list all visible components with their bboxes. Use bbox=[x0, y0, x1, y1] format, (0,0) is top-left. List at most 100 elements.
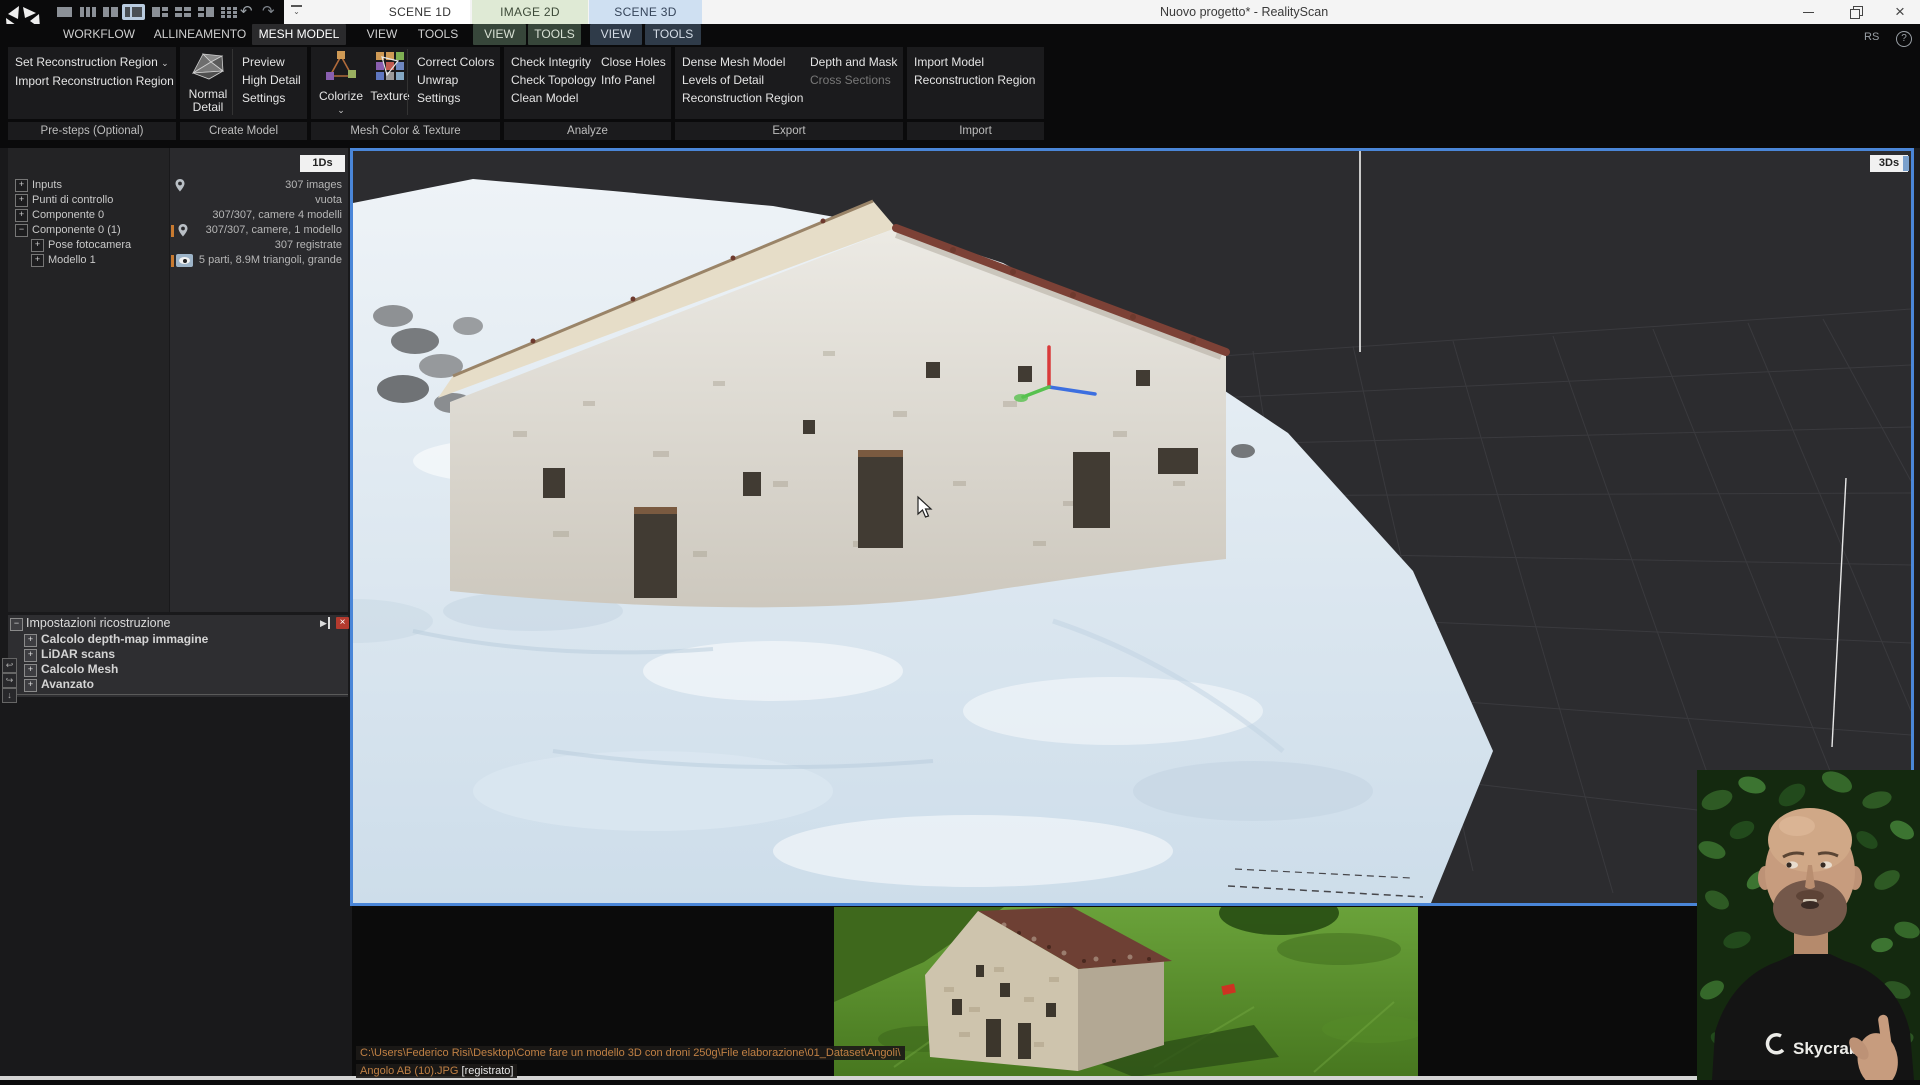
tab-scene-1d[interactable]: SCENE 1D bbox=[370, 0, 470, 24]
tree-value-pose: 307 registrate bbox=[190, 238, 342, 253]
ribbon-group-import: Import Model Reconstruction Region bbox=[907, 47, 1044, 119]
pin-icon bbox=[177, 223, 189, 238]
collapse-panel-icon[interactable]: − bbox=[10, 618, 23, 631]
depth-and-mask-button[interactable]: Depth and Mask bbox=[803, 53, 897, 71]
ribbon-tab-view-2d[interactable]: VIEW bbox=[473, 24, 526, 45]
colorize-icon bbox=[325, 49, 357, 85]
ribbon-tab-tools-3d[interactable]: TOOLS bbox=[645, 24, 701, 45]
info-panel-button[interactable]: Info Panel bbox=[594, 71, 666, 89]
tree-value-componente0: 307/307, camere 4 modelli bbox=[190, 208, 342, 223]
title-bar: ↶ ↷ ⌄ SCENE 1D IMAGE 2D SCENE 3D Nuovo p… bbox=[0, 0, 1920, 24]
ribbon-group-label-import: Import bbox=[907, 122, 1044, 140]
expander-lidar[interactable]: + bbox=[24, 649, 37, 662]
layout-three-columns-icon[interactable] bbox=[78, 5, 97, 19]
tree-item-modello1[interactable]: Modello 1 bbox=[48, 253, 96, 268]
help-icon[interactable]: ? bbox=[1896, 31, 1912, 47]
tree-item-pose-fotocamera[interactable]: Pose fotocamera bbox=[48, 238, 131, 253]
layout-quad-icon[interactable] bbox=[173, 5, 192, 19]
pin-icon bbox=[174, 178, 186, 193]
dense-mesh-model-button[interactable]: Dense Mesh Model bbox=[675, 53, 803, 71]
expander-depthmap[interactable]: + bbox=[24, 634, 37, 647]
viewport-3d[interactable] bbox=[350, 148, 1914, 906]
minimize-button[interactable] bbox=[1790, 0, 1826, 24]
settings-item-depthmap[interactable]: Calcolo depth-map immagine bbox=[41, 632, 208, 647]
levels-of-detail-button[interactable]: Levels of Detail bbox=[675, 71, 803, 89]
bottom-edge-bar bbox=[0, 1076, 1920, 1080]
close-button[interactable]: × bbox=[1882, 0, 1918, 24]
ribbon-tab-mesh-model-active[interactable]: MESH MODEL bbox=[252, 24, 346, 45]
tab-image-2d[interactable]: IMAGE 2D bbox=[472, 0, 588, 24]
badge-accent bbox=[1903, 156, 1909, 171]
expander-calcolo-mesh[interactable]: + bbox=[24, 664, 37, 677]
expander-avanzato[interactable]: + bbox=[24, 679, 37, 692]
ribbon-tab-view-3d[interactable]: VIEW bbox=[590, 24, 642, 45]
source-photo-thumbnail[interactable] bbox=[834, 907, 1418, 1078]
ribbon-group-mesh-color: Colorize⌄ Texture Correct Colors Unwrap … bbox=[311, 47, 500, 119]
import-reconstruction-region-button[interactable]: Import Reconstruction Region bbox=[8, 72, 176, 90]
normal-detail-button[interactable]: NormalDetail bbox=[186, 49, 230, 117]
texture-icon bbox=[374, 49, 406, 85]
clean-model-button[interactable]: Clean Model bbox=[504, 89, 596, 107]
dock-down-icon[interactable]: ↓ bbox=[2, 688, 17, 703]
export-reconstruction-region-button[interactable]: Reconstruction Region bbox=[675, 89, 803, 107]
colorize-button[interactable]: Colorize⌄ bbox=[317, 49, 365, 119]
view-badge-3ds[interactable]: 3Ds bbox=[1870, 155, 1908, 172]
expander-modello1[interactable]: + bbox=[31, 254, 44, 267]
expander-inputs[interactable]: + bbox=[15, 179, 28, 192]
tree-item-componente0[interactable]: Componente 0 bbox=[32, 208, 104, 223]
layout-split-left-icon[interactable] bbox=[196, 5, 215, 19]
tree-item-componente0-1[interactable]: Componente 0 (1) bbox=[32, 223, 121, 238]
check-topology-button[interactable]: Check Topology bbox=[504, 71, 596, 89]
correct-colors-button[interactable]: Correct Colors bbox=[410, 53, 494, 71]
ribbon-tab-workflow[interactable]: WORKFLOW bbox=[60, 24, 138, 45]
settings-item-lidar[interactable]: LiDAR scans bbox=[41, 647, 115, 662]
layout-split-right-icon[interactable] bbox=[150, 5, 169, 19]
ribbon-tab-view-1[interactable]: VIEW bbox=[358, 24, 406, 45]
expander-punti[interactable]: + bbox=[15, 194, 28, 207]
layout-left-pane-icon-active[interactable] bbox=[122, 4, 145, 20]
close-holes-button[interactable]: Close Holes bbox=[594, 53, 666, 71]
ribbon-group-label-create: Create Model bbox=[180, 122, 307, 140]
tree-value-modello1: 5 parti, 8.9M triangoli, grande bbox=[196, 253, 342, 268]
visibility-eye-icon[interactable] bbox=[176, 254, 193, 267]
check-integrity-button[interactable]: Check Integrity bbox=[504, 53, 596, 71]
import-reconstruction-region-button2[interactable]: Reconstruction Region bbox=[907, 71, 1035, 89]
color-settings-button[interactable]: Settings bbox=[410, 89, 494, 107]
settings-item-avanzato[interactable]: Avanzato bbox=[41, 677, 94, 692]
layout-single-icon[interactable] bbox=[55, 5, 74, 19]
layout-two-columns-icon[interactable] bbox=[101, 5, 120, 19]
rs-badge: RS bbox=[1864, 31, 1879, 43]
tree-item-inputs[interactable]: Inputs bbox=[32, 178, 62, 193]
ribbon-tab-tools-1[interactable]: TOOLS bbox=[412, 24, 464, 45]
expander-pose[interactable]: + bbox=[31, 239, 44, 252]
tree-value-inputs: 307 images bbox=[190, 178, 342, 193]
set-reconstruction-region-button[interactable]: Set Reconstruction Region ⌄ bbox=[8, 53, 176, 72]
ribbon-tab-allineamento[interactable]: ALLINEAMENTO bbox=[152, 24, 248, 45]
webcam-overlay: Skycrab bbox=[1697, 770, 1920, 1080]
ribbon-group-label-presteps: Pre-steps (Optional) bbox=[8, 122, 176, 140]
unwrap-button[interactable]: Unwrap bbox=[410, 71, 494, 89]
restore-button[interactable] bbox=[1838, 0, 1874, 24]
redo-icon[interactable]: ↷ bbox=[262, 2, 275, 20]
expander-componente0-1[interactable]: − bbox=[15, 224, 28, 237]
toolbar-options-icon[interactable]: ⌄ bbox=[291, 5, 302, 16]
import-model-button[interactable]: Import Model bbox=[907, 53, 1035, 71]
tab-scene-3d[interactable]: SCENE 3D bbox=[589, 0, 702, 24]
preview-button[interactable]: Preview bbox=[235, 53, 301, 71]
settings-item-calcolo-mesh[interactable]: Calcolo Mesh bbox=[41, 662, 118, 677]
view-badge-1ds[interactable]: 1Ds bbox=[300, 155, 345, 172]
3d-scene[interactable] bbox=[353, 151, 1911, 903]
close-panel-icon[interactable]: × bbox=[336, 617, 349, 629]
create-settings-button[interactable]: Settings bbox=[235, 89, 301, 107]
dock-panel-icon[interactable]: ▶ bbox=[320, 617, 330, 629]
layout-grid-icon[interactable] bbox=[219, 5, 238, 19]
undo-icon[interactable]: ↶ bbox=[240, 2, 253, 20]
ribbon-group-label-export: Export bbox=[675, 122, 903, 140]
ribbon-group-analyze: Check Integrity Check Topology Clean Mod… bbox=[504, 47, 671, 119]
ribbon-tab-tools-2d[interactable]: TOOLS bbox=[528, 24, 581, 45]
high-detail-button[interactable]: High Detail bbox=[235, 71, 301, 89]
dock-right-icon[interactable]: ↪ bbox=[2, 673, 17, 688]
expander-componente0[interactable]: + bbox=[15, 209, 28, 222]
dock-left-icon[interactable]: ↩ bbox=[2, 658, 17, 673]
tree-item-punti-di-controllo[interactable]: Punti di controllo bbox=[32, 193, 113, 208]
